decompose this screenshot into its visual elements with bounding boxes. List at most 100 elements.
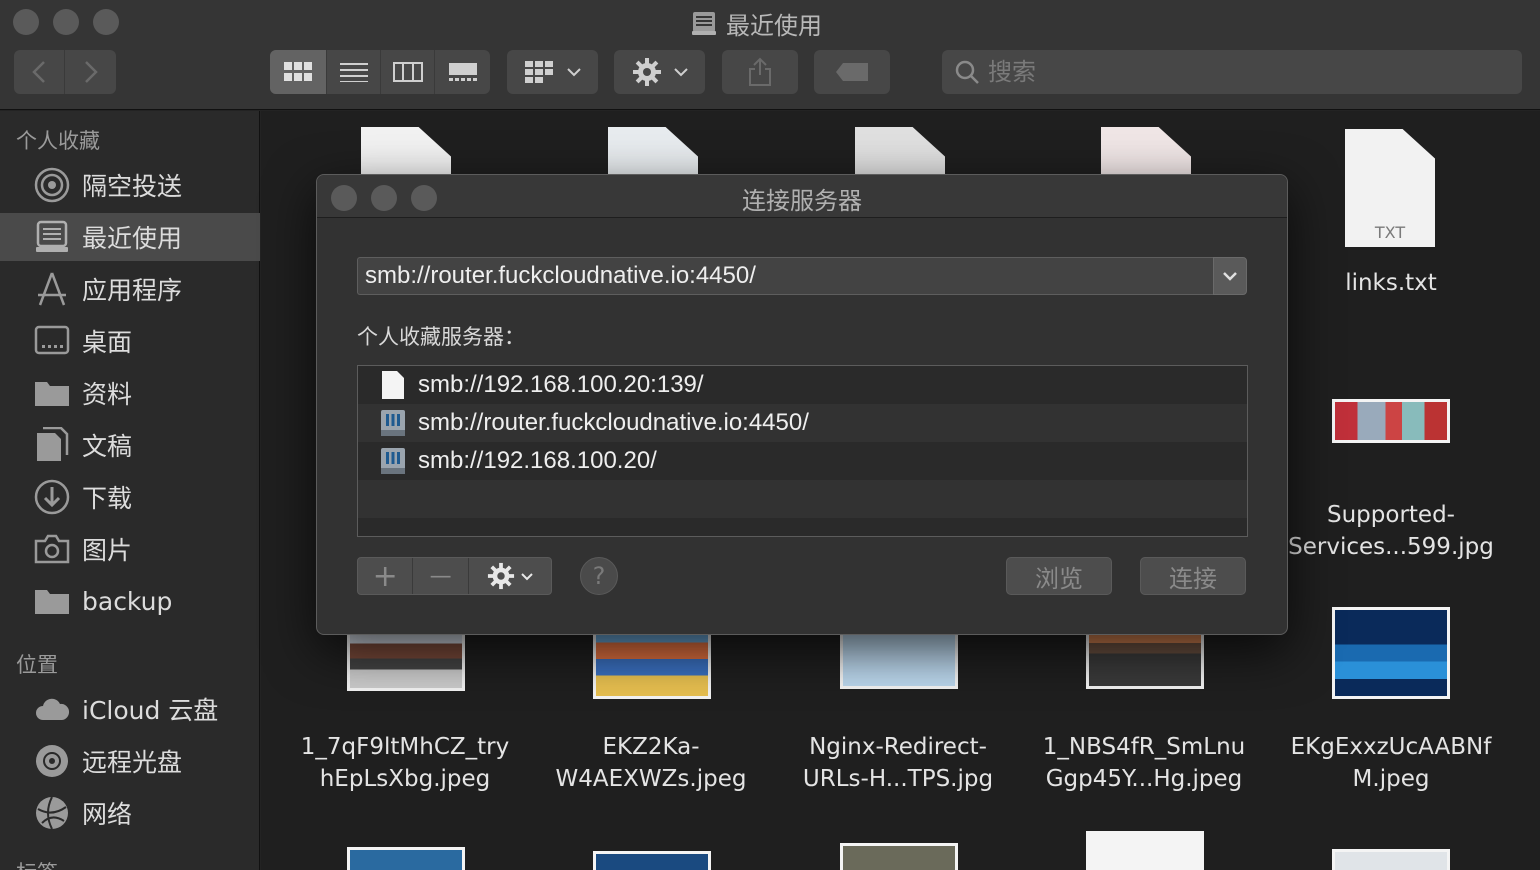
connect-button[interactable]: 连接 [1140,557,1246,595]
file-name-line: 1_7qF9ltMhCZ_try [300,734,510,760]
file-name-line: Services...599.jpg [1288,534,1494,560]
sidebar-item-network[interactable]: 网络 [0,789,260,837]
search-field[interactable] [942,50,1522,94]
list-item[interactable]: smb://router.fuckcloudnative.io:4450/ [358,404,1247,442]
minimize-window-button[interactable] [53,9,79,35]
image-thumbnail[interactable] [347,847,465,870]
sidebar-item-label: 桌面 [82,328,133,357]
file-name[interactable]: Nginx-Redirect- URLs-H...TPS.jpg [778,731,1018,795]
image-thumbnail[interactable] [1086,831,1204,870]
sidebar-item-remote-disc[interactable]: 远程光盘 [0,737,260,785]
sidebar-item-label: 下载 [82,484,133,513]
gallery-icon [448,63,477,81]
file-name-line: EKZ2Ka- [602,734,700,760]
applications-icon [34,271,70,307]
file-name-line: 1_NBS4fR_SmLnu [1042,734,1246,760]
image-thumbnail[interactable] [593,851,711,870]
chevron-down-icon [566,68,581,77]
folder-icon [34,583,70,619]
sidebar-item-desktop[interactable]: 桌面 [0,317,260,365]
server-icon [381,410,405,436]
action-menu-button[interactable] [614,50,705,94]
column-view-button[interactable] [381,50,435,94]
favorite-servers-list: smb://192.168.100.20:139/ smb://router.f… [357,365,1248,537]
sidebar-item-recents[interactable]: 最近使用 [0,213,260,261]
gear-icon [632,58,661,86]
file-name-line: hEpLsXbg.jpeg [319,766,491,792]
window-title: 最近使用 [690,6,822,40]
file-name[interactable]: EKgExxzUcAABNf M.jpeg [1271,731,1511,795]
image-thumbnail[interactable] [1332,399,1450,443]
group-grid-icon [524,61,553,83]
gear-icon [487,562,515,590]
favorite-servers-label: 个人收藏服务器： [357,325,525,349]
back-button[interactable] [14,50,65,94]
sidebar-item-applications[interactable]: 应用程序 [0,265,260,313]
sidebar-item-downloads[interactable]: 下载 [0,473,260,521]
file-name[interactable]: 1_NBS4fR_SmLnu Ggp45Y...Hg.jpeg [1024,731,1264,795]
file-name[interactable]: EKZ2Ka- W4AEXWZs.jpeg [531,731,771,795]
dialog-title: 连接服务器 [742,187,862,215]
file-name[interactable]: 1_7qF9ltMhCZ_try hEpLsXbg.jpeg [285,731,525,795]
connect-to-server-dialog: 连接服务器 smb://router.fuckcloudnative.io:44… [316,174,1288,635]
browse-button[interactable]: 浏览 [1006,557,1112,595]
server-icon [381,448,405,474]
sidebar-item-folder[interactable]: 资料 [0,369,260,417]
gallery-view-button[interactable] [435,50,490,94]
list-view-button[interactable] [327,50,381,94]
list-icon [339,63,368,82]
help-button[interactable]: ? [580,557,618,595]
sidebar-item-backup[interactable]: backup [0,577,260,625]
image-thumbnail[interactable] [1332,849,1450,870]
sidebar-tags-header: 标签 [16,857,58,870]
pictures-icon [34,531,70,567]
desktop-icon [34,323,70,359]
forward-button[interactable] [65,50,116,94]
group-by-button[interactable] [507,50,598,94]
txt-file-icon[interactable]: TXT [1345,129,1435,247]
sidebar-item-label: 远程光盘 [82,748,183,777]
image-thumbnail[interactable] [840,843,958,870]
list-item-empty [358,480,1247,518]
search-input[interactable] [988,58,1488,86]
columns-icon [392,62,423,82]
zoom-window-button[interactable] [93,9,119,35]
share-icon [749,57,771,86]
file-name-links-txt[interactable]: links.txt [1271,267,1511,299]
server-address: smb://router.fuckcloudnative.io:4450/ [418,409,809,436]
recents-icon [692,12,716,35]
sidebar-item-documents[interactable]: 文稿 [0,421,260,469]
sidebar-item-label: backup [82,586,173,616]
sidebar-item-icloud[interactable]: iCloud 云盘 [0,685,260,733]
server-address-input[interactable]: smb://router.fuckcloudnative.io:4450/ [357,257,1213,295]
nav-buttons [14,50,116,94]
file-name-supported-services[interactable]: Supported- Services...599.jpg [1271,499,1511,563]
tag-button[interactable] [814,50,890,94]
sidebar-item-label: 隔空投送 [82,172,183,201]
sidebar-item-airdrop[interactable]: 隔空投送 [0,161,260,209]
recent-servers-dropdown[interactable] [1213,257,1247,295]
add-server-button[interactable]: + [358,558,414,594]
share-button[interactable] [722,50,798,94]
sidebar-locations-header: 位置 [16,653,58,677]
server-action-menu-button[interactable] [469,558,551,594]
sidebar-item-label: 网络 [82,800,133,829]
remove-server-button[interactable]: — [413,558,469,594]
toolbar: 最近使用 [0,0,1540,110]
icon-view-button[interactable] [270,50,327,94]
server-address: smb://192.168.100.20:139/ [418,371,704,398]
sidebar-item-pictures[interactable]: 图片 [0,525,260,573]
chevron-down-icon [1223,272,1237,281]
network-icon [34,795,70,831]
list-item[interactable]: smb://192.168.100.20:139/ [358,366,1247,404]
file-name-line: Ggp45Y...Hg.jpeg [1045,766,1243,792]
sidebar-item-label: 图片 [82,536,133,565]
tag-icon [836,63,868,81]
list-item[interactable]: smb://192.168.100.20/ [358,442,1247,480]
close-window-button[interactable] [13,9,39,35]
image-thumbnail[interactable] [1332,607,1450,699]
file-name-line: Supported- [1327,502,1455,528]
view-switcher [270,50,490,94]
downloads-icon [34,479,70,515]
file-name-line: EKgExxzUcAABNf [1290,734,1492,760]
